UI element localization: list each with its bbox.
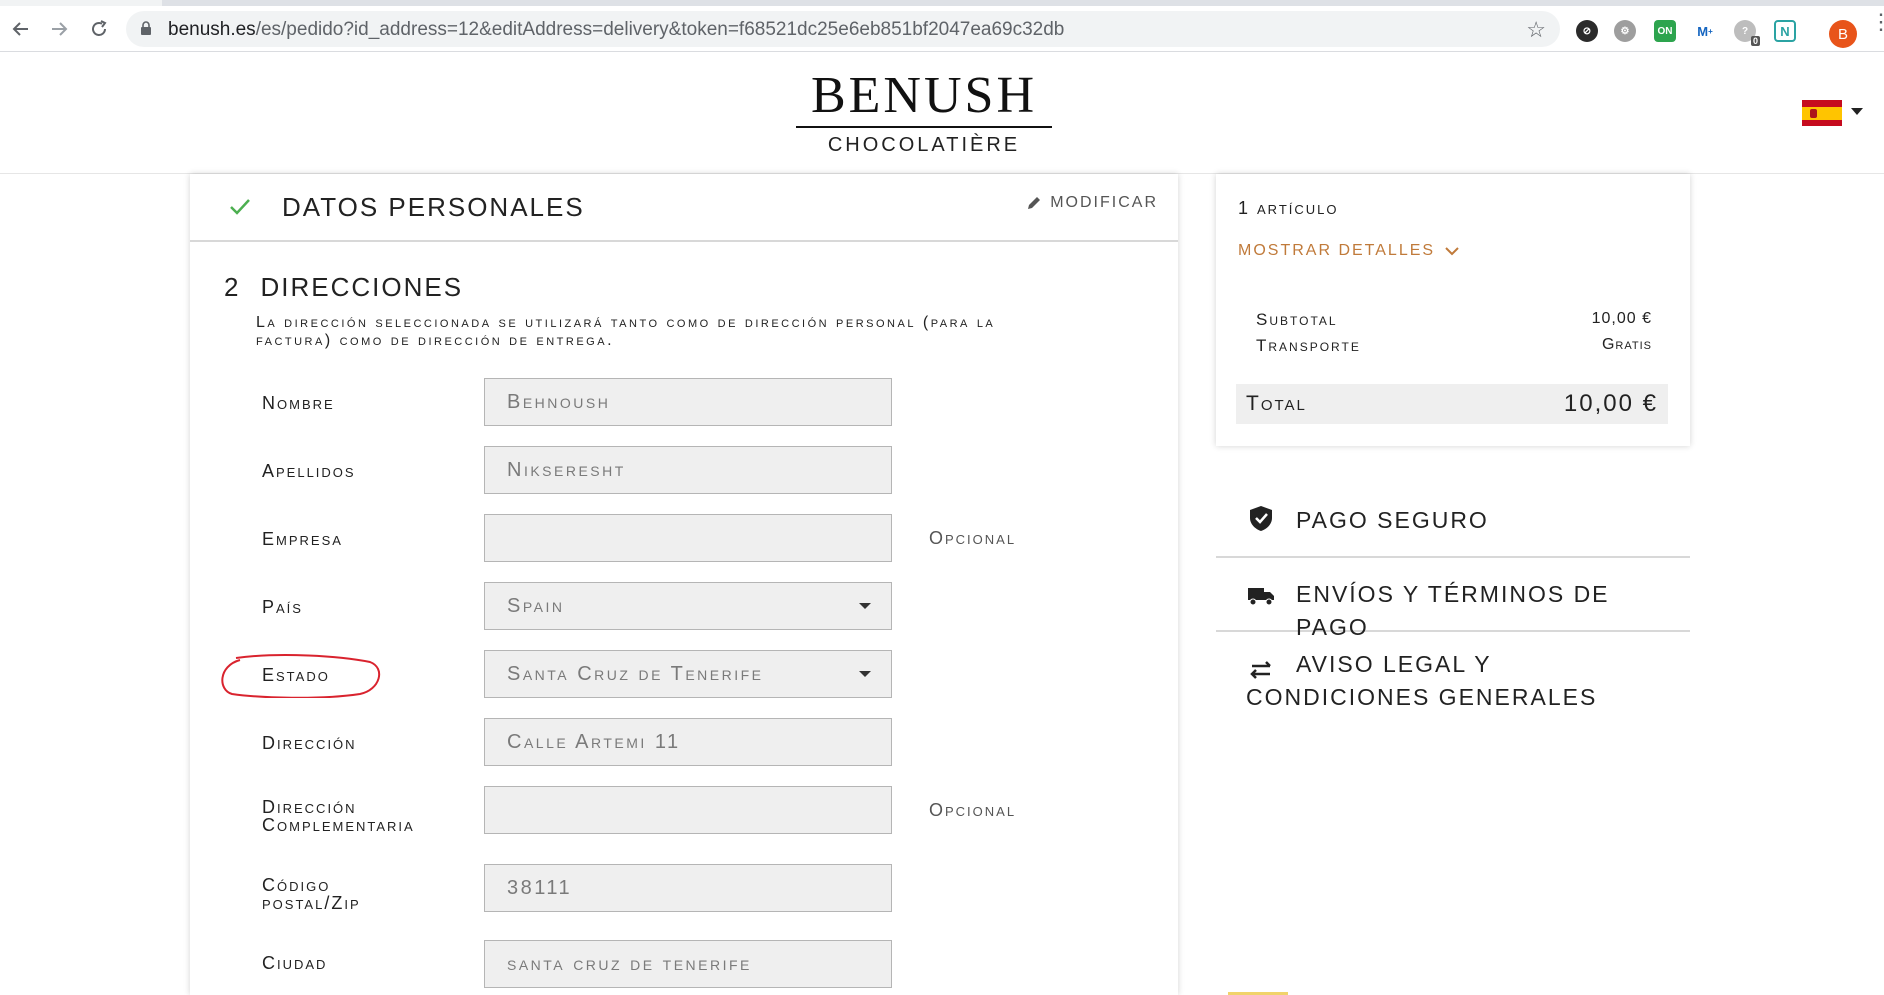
subtotal-row: Subtotal 10,00 € <box>1256 310 1652 330</box>
step1-title: DATOS PERSONALES <box>282 192 585 222</box>
step-personal-data: DATOS PERSONALES MODIFICAR <box>190 174 1178 242</box>
show-details-label: MOSTRAR DETALLES <box>1238 242 1436 259</box>
brand-subtitle: CHOCOLATIÈRE <box>827 134 1021 156</box>
direccion-input[interactable]: Calle Artemi 11 <box>484 718 892 766</box>
show-details-toggle[interactable]: MOSTRAR DETALLES <box>1238 242 1459 260</box>
pencil-icon <box>1028 197 1041 209</box>
row-empresa: Empresa Opcional <box>190 514 1178 562</box>
empresa-label: Empresa <box>262 529 343 549</box>
row-codigo-postal: Código postal/Zip 38111 <box>190 864 1178 912</box>
reload-icon[interactable] <box>84 14 114 44</box>
total-row: Total 10,00 € <box>1236 384 1668 424</box>
lock-icon <box>141 21 151 35</box>
cart-summary: 1 artículo MOSTRAR DETALLES Subtotal 10,… <box>1216 174 1690 446</box>
step2-title: 2 DIRECCIONES <box>224 272 464 302</box>
empresa-input[interactable] <box>484 514 892 562</box>
legal-notice-item[interactable]: AVISO LEGAL Y CONDICIONES GENERALES <box>1216 632 1690 722</box>
nombre-label: Nombre <box>262 393 335 413</box>
chevron-down-icon <box>859 671 871 677</box>
brand-name: BENUSH <box>810 67 1038 124</box>
subtotal-value: 10,00 € <box>1591 310 1652 327</box>
row-nombre: Nombre Behnoush <box>190 378 1178 426</box>
extension-n-icon[interactable]: N <box>1774 20 1796 42</box>
total-label: Total <box>1246 392 1307 415</box>
check-icon <box>230 199 250 215</box>
pais-value: Spain <box>507 594 565 617</box>
step2-description: La dirección seleccionada se utilizará t… <box>256 314 996 349</box>
apellidos-label: Apellidos <box>262 461 356 481</box>
ciudad-label: Ciudad <box>262 953 328 973</box>
estado-label: Estado <box>262 665 330 685</box>
logo-rule <box>796 126 1052 128</box>
row-direccion-complementaria: Dirección Complementaria Opcional <box>190 786 1178 834</box>
secure-payment-label: PAGO SEGURO <box>1296 507 1489 533</box>
brand-logo[interactable]: BENUSH CHOCOLATIÈRE <box>796 68 1052 157</box>
url-text[interactable]: benush.es/es/pedido?id_address=12&editAd… <box>168 19 1064 41</box>
truck-icon <box>1248 588 1274 606</box>
nombre-input[interactable]: Behnoush <box>484 378 892 426</box>
extension-on-icon[interactable]: ON <box>1654 20 1676 42</box>
shipping-terms-item[interactable]: ENVÍOS Y TÉRMINOS DE PAGO <box>1216 558 1690 640</box>
language-dropdown-caret-icon[interactable] <box>1851 108 1863 115</box>
chevron-down-icon <box>1445 247 1459 256</box>
secure-payment-item[interactable]: PAGO SEGURO <box>1216 494 1690 558</box>
estado-select[interactable]: Santa Cruz de Tenerife <box>484 650 892 698</box>
pais-select[interactable]: Spain <box>484 582 892 630</box>
forward-icon[interactable] <box>44 14 74 44</box>
estado-value: Santa Cruz de Tenerife <box>507 662 764 685</box>
extension-zero-icon[interactable]: ⊘ <box>1576 20 1598 42</box>
site-header: BENUSH CHOCOLATIÈRE <box>0 52 1884 174</box>
ciudad-input[interactable]: santa cruz de tenerife <box>484 940 892 988</box>
row-pais: País Spain <box>190 582 1178 630</box>
extension-gear-icon[interactable]: ⚙ <box>1614 20 1636 42</box>
direccion2-label: Dirección Complementaria <box>262 797 415 835</box>
extension-m-icon[interactable]: M + <box>1694 20 1716 42</box>
total-value: 10,00 € <box>1563 390 1658 417</box>
browser-menu-icon[interactable]: ⋮ <box>1870 11 1884 44</box>
spain-flag-icon[interactable] <box>1802 100 1842 126</box>
direccion-label: Dirección <box>262 733 357 753</box>
pais-label: País <box>262 597 303 617</box>
legal-notice-label: AVISO LEGAL Y CONDICIONES GENERALES <box>1246 651 1598 710</box>
empresa-optional-hint: Opcional <box>929 528 1017 548</box>
address-bar[interactable]: benush.es/es/pedido?id_address=12&editAd… <box>126 11 1560 47</box>
shipping-value: Gratis <box>1601 336 1652 353</box>
shipping-label: Transporte <box>1256 336 1361 355</box>
codigo-label: Código postal/Zip <box>262 875 361 913</box>
direccion2-optional-hint: Opcional <box>929 800 1017 820</box>
profile-avatar[interactable]: B <box>1829 20 1857 48</box>
row-direccion: Dirección Calle Artemi 11 <box>190 718 1178 766</box>
shield-check-icon <box>1250 506 1272 531</box>
direccion2-input[interactable] <box>484 786 892 834</box>
shipping-row: Transporte Gratis <box>1256 336 1652 356</box>
checkout-panel: DATOS PERSONALES MODIFICAR 2 DIRECCIONES … <box>190 174 1178 995</box>
extension-badge-icon[interactable]: 0? <box>1734 20 1760 46</box>
browser-toolbar: benush.es/es/pedido?id_address=12&editAd… <box>0 6 1884 52</box>
codigo-postal-input[interactable]: 38111 <box>484 864 892 912</box>
subtotal-label: Subtotal <box>1256 310 1338 329</box>
edit-label: MODIFICAR <box>1050 194 1158 211</box>
row-apellidos: Apellidos Nikseresht <box>190 446 1178 494</box>
row-estado: Estado Santa Cruz de Tenerife <box>190 650 1178 698</box>
row-ciudad: Ciudad santa cruz de tenerife <box>190 940 1178 988</box>
chevron-down-icon <box>859 603 871 609</box>
item-count: 1 artículo <box>1238 198 1339 218</box>
edit-personal-data-button[interactable]: MODIFICAR <box>1026 194 1158 212</box>
back-icon[interactable] <box>6 14 36 44</box>
apellidos-input[interactable]: Nikseresht <box>484 446 892 494</box>
bookmark-star-icon[interactable]: ☆ <box>1526 17 1546 43</box>
